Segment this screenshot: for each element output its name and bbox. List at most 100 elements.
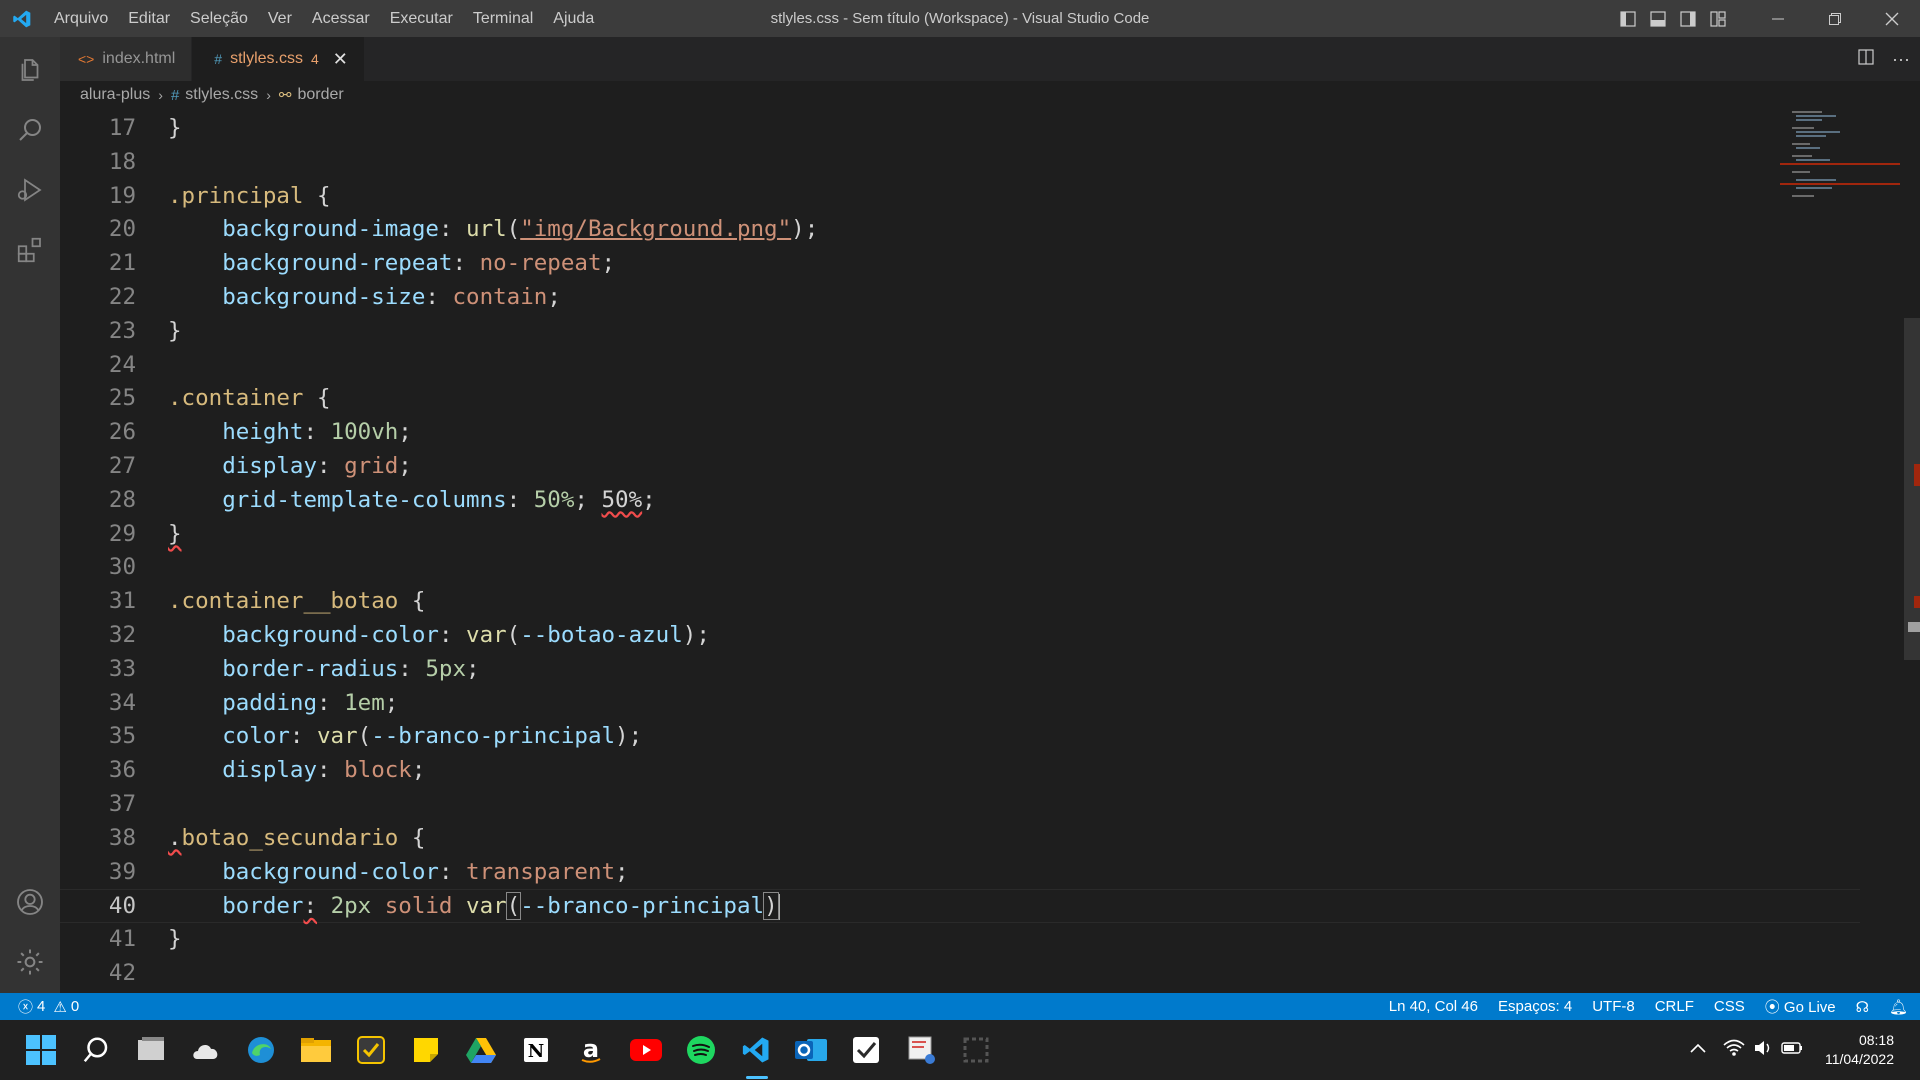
- restore-icon[interactable]: [1806, 0, 1863, 37]
- status-right: Ln 40, Col 46 Espaços: 4 UTF-8 CRLF CSS …: [1389, 993, 1908, 1020]
- line-number: 37: [108, 790, 136, 817]
- run-debug-icon[interactable]: [0, 161, 60, 219]
- editor-tabs: <> index.html # stlyles.css 4 ✕ ···: [60, 37, 1920, 81]
- toggle-panel-icon[interactable]: [1643, 0, 1673, 37]
- scrollbar-thumb[interactable]: [1904, 318, 1920, 660]
- title-bar: Arquivo Editar Seleção Ver Acessar Execu…: [0, 0, 1920, 37]
- line-number: 18: [108, 148, 136, 175]
- code-line: .botao_secundario {: [168, 824, 426, 851]
- volume-icon[interactable]: [1753, 1039, 1773, 1062]
- menu-acessar[interactable]: Acessar: [302, 0, 380, 37]
- line-number: 42: [108, 959, 136, 986]
- menu-executar[interactable]: Executar: [380, 0, 463, 37]
- sticky-notes-icon[interactable]: [406, 1030, 446, 1070]
- go-live-label: Go Live: [1783, 999, 1836, 1016]
- clock-time: 08:18: [1858, 1032, 1894, 1048]
- breadcrumb: alura-plus › # stlyles.css › ⚯ border: [60, 81, 1920, 109]
- edge-icon[interactable]: [241, 1030, 281, 1070]
- outlook-icon[interactable]: [791, 1030, 831, 1070]
- youtube-icon[interactable]: [626, 1030, 666, 1070]
- system-tray: 08:18 11/04/2022: [1689, 1020, 1920, 1080]
- explorer-icon[interactable]: [0, 41, 60, 99]
- language-mode[interactable]: CSS: [1714, 998, 1745, 1015]
- end-of-line[interactable]: CRLF: [1655, 998, 1694, 1015]
- line-number: 17: [108, 115, 136, 141]
- chevron-right-icon: ›: [266, 87, 271, 103]
- snipping-tool-icon[interactable]: [901, 1030, 941, 1070]
- menu-terminal[interactable]: Terminal: [463, 0, 543, 37]
- line-number: 19: [108, 182, 136, 209]
- menu-selecao[interactable]: Seleção: [180, 0, 258, 37]
- onedrive-icon[interactable]: [186, 1030, 226, 1070]
- todo-icon[interactable]: [846, 1030, 886, 1070]
- breadcrumb-file[interactable]: stlyles.css: [185, 86, 258, 104]
- code-line: }: [168, 926, 182, 953]
- line-number: 29: [108, 520, 136, 547]
- problems-indicator[interactable]: ⓧ 4 ⚠ 0: [0, 996, 79, 1017]
- current-line: 40 border: 2px solid var(--branco-princi…: [60, 889, 1860, 924]
- settings-gear-icon[interactable]: [0, 933, 60, 991]
- menu-arquivo[interactable]: Arquivo: [44, 0, 118, 37]
- google-drive-icon[interactable]: [461, 1030, 501, 1070]
- amazon-icon[interactable]: a: [571, 1030, 611, 1070]
- customize-layout-icon[interactable]: [1703, 0, 1733, 37]
- line-number: 27: [108, 452, 136, 479]
- windows-start-icon[interactable]: [21, 1030, 61, 1070]
- code-line: background-image: url("img/Background.pn…: [222, 216, 819, 243]
- menu-ajuda[interactable]: Ajuda: [543, 0, 604, 37]
- code-line: display: grid;: [222, 452, 412, 479]
- error-overview-marker: [1914, 464, 1920, 486]
- tab-stlyles-css[interactable]: # stlyles.css 4 ✕: [192, 37, 365, 81]
- text-cursor: [777, 893, 780, 920]
- search-sidebar-icon[interactable]: [0, 101, 60, 159]
- split-editor-icon[interactable]: [1858, 48, 1874, 70]
- code-line: background-size: contain;: [222, 283, 561, 310]
- tab-index-html[interactable]: <> index.html: [60, 37, 193, 81]
- close-tab-icon[interactable]: ✕: [333, 49, 348, 70]
- go-live-button[interactable]: ⦿ Go Live: [1765, 996, 1836, 1017]
- account-icon[interactable]: [0, 873, 60, 931]
- code-editor[interactable]: 17} 18 19 .principal { 20 background-imag…: [60, 112, 1860, 993]
- more-actions-icon[interactable]: ···: [1892, 49, 1910, 70]
- vscode-icon[interactable]: [736, 1030, 776, 1070]
- code-line: height: 100vh;: [222, 419, 412, 446]
- wifi-icon[interactable]: [1723, 1039, 1745, 1062]
- encoding[interactable]: UTF-8: [1592, 998, 1635, 1015]
- code-line: .principal {: [168, 182, 331, 209]
- cursor-position[interactable]: Ln 40, Col 46: [1389, 998, 1478, 1015]
- extensions-icon[interactable]: [0, 221, 60, 279]
- toggle-secondary-sidebar-icon[interactable]: [1673, 0, 1703, 37]
- hash-icon: #: [214, 51, 223, 67]
- battery-icon[interactable]: [1781, 1041, 1803, 1060]
- svg-text:N: N: [528, 1041, 544, 1062]
- menu-ver[interactable]: Ver: [258, 0, 302, 37]
- app-icon[interactable]: [956, 1030, 996, 1070]
- warning-count: 0: [70, 998, 80, 1015]
- line-number: 33: [108, 655, 136, 682]
- chevron-right-icon: ›: [158, 87, 163, 103]
- search-icon[interactable]: [76, 1030, 116, 1070]
- line-number: 22: [108, 283, 136, 310]
- indentation[interactable]: Espaços: 4: [1498, 998, 1572, 1015]
- notion-icon[interactable]: N: [516, 1030, 556, 1070]
- close-window-icon[interactable]: [1863, 0, 1920, 37]
- feedback-icon[interactable]: ☊: [1856, 998, 1869, 1016]
- minimize-icon[interactable]: [1749, 0, 1806, 37]
- menu-editar[interactable]: Editar: [118, 0, 180, 37]
- breadcrumb-symbol[interactable]: border: [297, 86, 343, 104]
- chevron-up-icon[interactable]: [1689, 1041, 1707, 1059]
- line-number: 31: [108, 588, 136, 615]
- vscode-logo-icon: [0, 0, 44, 37]
- code-line: background-repeat: no-repeat;: [222, 250, 616, 277]
- toggle-sidebar-icon[interactable]: [1613, 0, 1643, 37]
- norton-icon[interactable]: [351, 1030, 391, 1070]
- task-view-icon[interactable]: [131, 1030, 171, 1070]
- minimap[interactable]: [1780, 109, 1900, 993]
- taskbar-clock[interactable]: 08:18 11/04/2022: [1825, 1031, 1894, 1069]
- file-explorer-icon[interactable]: [296, 1030, 336, 1070]
- breadcrumb-folder[interactable]: alura-plus: [80, 86, 150, 104]
- hash-icon: #: [170, 86, 180, 104]
- notifications-bell-icon[interactable]: 🔔︎: [1889, 998, 1908, 1016]
- line-number: 30: [108, 554, 136, 581]
- spotify-icon[interactable]: [681, 1030, 721, 1070]
